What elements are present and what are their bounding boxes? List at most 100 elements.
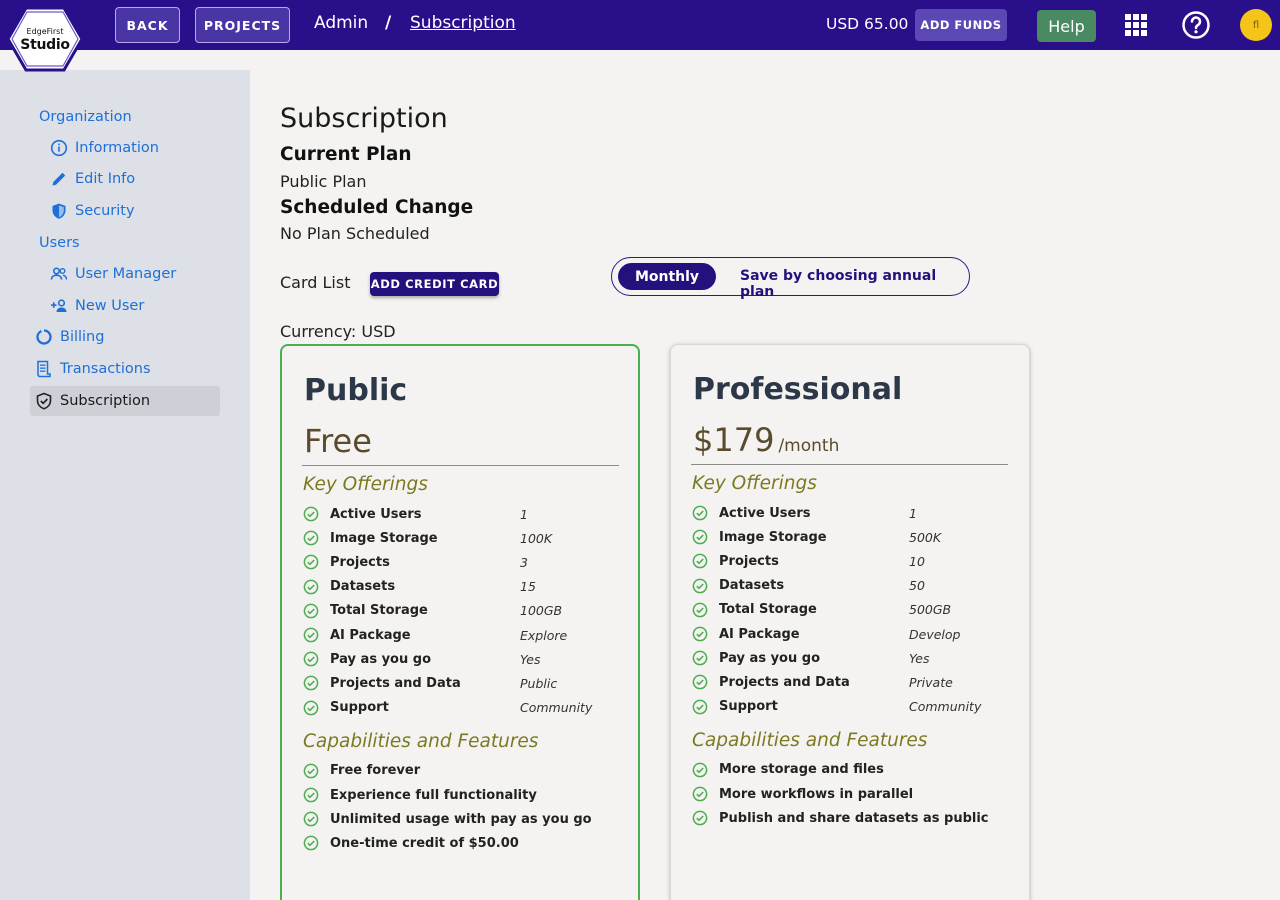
offering-name: Active Users: [330, 506, 422, 522]
scheduled-change-heading: Scheduled Change: [280, 197, 474, 218]
offering-row: Projects and Data Private: [692, 672, 1012, 692]
plan-price: Free: [304, 422, 372, 460]
capabilities-heading: Capabilities and Features: [692, 729, 928, 751]
capability-text: Free forever: [330, 763, 421, 779]
sidebar-item-subscription[interactable]: Subscription: [30, 386, 220, 416]
billing-sync-icon: [36, 329, 52, 345]
check-circle-icon: [303, 651, 319, 667]
offering-name: Pay as you go: [719, 650, 821, 666]
sidebar-item-label: Information: [75, 140, 159, 156]
check-circle-icon: [303, 763, 319, 779]
help-question-icon[interactable]: [1181, 10, 1211, 40]
offering-row: Pay as you go Yes: [303, 649, 623, 669]
offering-row: Projects 3: [303, 552, 623, 572]
sidebar-item-information[interactable]: Information: [50, 133, 159, 163]
sidebar-item-billing[interactable]: Billing: [35, 322, 104, 352]
sidebar-item-new-user[interactable]: New User: [50, 291, 144, 321]
offering-value: Community: [909, 699, 982, 715]
offering-row: Total Storage 100GB: [303, 601, 623, 621]
offering-row: Datasets 15: [303, 577, 623, 597]
capability-text: Unlimited usage with pay as you go: [330, 811, 592, 827]
sidebar-item-label: Organization: [39, 109, 132, 125]
offering-name: Support: [330, 700, 389, 716]
sidebar-header-organization[interactable]: Organization: [39, 102, 132, 132]
check-circle-icon: [303, 603, 319, 619]
offering-row: Support Community: [303, 698, 623, 718]
plan-price-amount: $179: [693, 421, 775, 459]
offering-value: 1: [909, 505, 917, 521]
plan-price-period: /month: [778, 436, 840, 456]
sidebar-header-users[interactable]: Users: [39, 228, 80, 258]
check-circle-icon: [303, 676, 319, 691]
check-circle-icon: [692, 810, 708, 826]
check-circle-icon: [303, 506, 319, 522]
check-circle-icon: [692, 786, 708, 802]
sidebar-item-label: Billing: [60, 329, 105, 345]
check-circle-icon: [692, 505, 708, 521]
user-avatar[interactable]: fl: [1240, 9, 1272, 41]
sidebar-item-security[interactable]: Security: [50, 196, 135, 226]
breadcrumb-admin[interactable]: Admin: [314, 13, 368, 33]
card-list-label: Card List: [280, 273, 351, 292]
offering-row: Support Community: [692, 697, 1012, 717]
offering-row: Total Storage 500GB: [692, 600, 1012, 620]
currency-label: Currency: USD: [280, 322, 396, 341]
projects-button[interactable]: PROJECTS: [195, 7, 290, 43]
offering-value: Yes: [909, 650, 930, 666]
monthly-toggle-option[interactable]: Monthly: [618, 263, 716, 290]
offering-name: Datasets: [330, 579, 396, 595]
plan-card-professional[interactable]: Professional $179/month Key Offerings Ca…: [670, 344, 1030, 900]
edgefirst-studio-logo[interactable]: EdgeFirst Studio: [6, 6, 84, 72]
sidebar-item-label: Security: [75, 203, 135, 219]
offering-value: 15: [520, 579, 536, 595]
plan-divider: [302, 465, 619, 466]
sidebar-item-edit-info[interactable]: Edit Info: [50, 164, 135, 194]
check-circle-icon: [303, 811, 319, 827]
breadcrumb-subscription[interactable]: Subscription: [410, 13, 516, 33]
offering-name: Projects: [330, 554, 390, 570]
offering-row: Datasets 50: [692, 576, 1012, 596]
offering-name: Active Users: [719, 505, 811, 521]
info-icon: [50, 139, 68, 157]
offering-value: 100K: [520, 530, 553, 546]
apps-grid-icon[interactable]: [1125, 14, 1147, 36]
offering-value: Community: [520, 700, 593, 716]
offering-value: 1: [520, 506, 528, 522]
check-circle-icon: [303, 787, 319, 803]
verified-shield-icon: [36, 392, 52, 410]
back-button[interactable]: BACK: [115, 7, 180, 43]
capability-text: More workflows in parallel: [719, 786, 914, 802]
logo-small-text: EdgeFirst: [26, 27, 64, 36]
offering-name: Total Storage: [719, 602, 817, 618]
offering-value: Explore: [520, 627, 568, 643]
plan-card-public[interactable]: Public Free Key Offerings Capabilities a…: [280, 344, 640, 900]
capability-row: One-time credit of $50.00: [303, 833, 623, 853]
offering-name: Total Storage: [330, 603, 428, 619]
capability-row: Free forever: [303, 761, 623, 781]
sidebar-item-user-manager[interactable]: User Manager: [50, 259, 176, 289]
offering-row: Projects and Data Public: [303, 673, 623, 693]
capability-text: More storage and files: [719, 762, 884, 778]
sidebar-item-transactions[interactable]: Transactions: [35, 354, 151, 384]
offering-row: Active Users 1: [303, 504, 623, 524]
add-credit-card-button[interactable]: ADD CREDIT CARD: [370, 272, 499, 296]
check-circle-icon: [692, 675, 708, 690]
offering-name: Datasets: [719, 578, 785, 594]
offering-value: 10: [909, 553, 925, 569]
help-button[interactable]: Help: [1037, 10, 1096, 42]
offering-row: Pay as you go Yes: [692, 648, 1012, 668]
offering-value: 500GB: [909, 602, 952, 618]
capability-row: More storage and files: [692, 760, 1012, 780]
receipt-icon: [37, 360, 51, 378]
breadcrumb-separator: /: [385, 13, 392, 33]
shield-icon: [52, 203, 66, 219]
offering-value: Public: [520, 675, 558, 691]
offering-value: Yes: [520, 651, 541, 667]
plan-name: Public: [304, 373, 408, 408]
annual-toggle-option[interactable]: Save by choosing annual plan: [740, 268, 969, 300]
offering-row: AI Package Explore: [303, 625, 623, 645]
offering-name: Projects and Data: [719, 674, 850, 690]
plan-divider: [691, 464, 1008, 465]
sidebar-item-label: Subscription: [60, 393, 151, 409]
add-funds-button[interactable]: ADD FUNDS: [915, 9, 1007, 41]
